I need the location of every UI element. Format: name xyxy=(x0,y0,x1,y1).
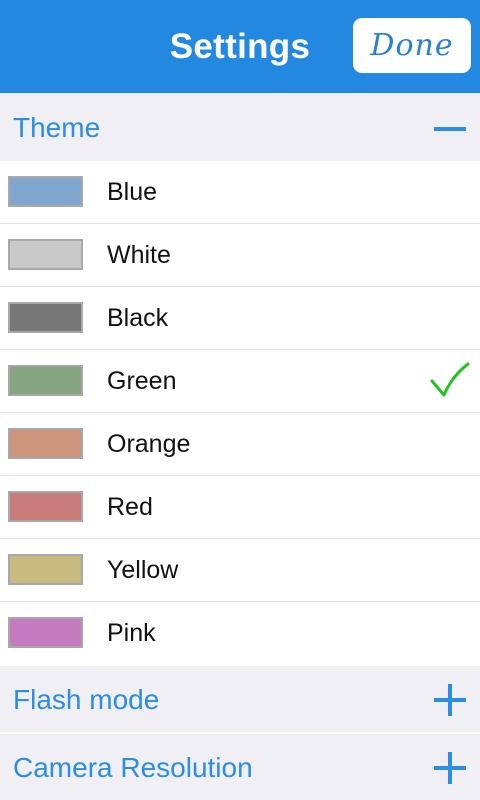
color-swatch xyxy=(8,554,83,585)
theme-option-pink[interactable]: Pink xyxy=(0,602,480,664)
theme-option-label: Pink xyxy=(107,619,156,647)
flash-mode-section-header[interactable]: Flash mode xyxy=(0,666,480,732)
theme-option-label: Red xyxy=(107,493,153,521)
theme-section-label: Theme xyxy=(13,112,101,143)
done-button[interactable]: Done xyxy=(353,18,471,73)
theme-option-blue[interactable]: Blue xyxy=(0,161,480,224)
theme-option-yellow[interactable]: Yellow xyxy=(0,539,480,602)
header-bar: Settings Done xyxy=(0,0,480,93)
color-swatch xyxy=(8,428,83,459)
minus-icon[interactable] xyxy=(434,113,466,145)
theme-option-label: White xyxy=(107,241,171,269)
theme-option-green[interactable]: Green xyxy=(0,350,480,413)
color-swatch xyxy=(8,302,83,333)
theme-option-label: Yellow xyxy=(107,556,179,584)
color-swatch xyxy=(8,176,83,207)
color-swatch xyxy=(8,365,83,396)
theme-option-white[interactable]: White xyxy=(0,224,480,287)
theme-option-label: Blue xyxy=(107,178,158,206)
color-swatch xyxy=(8,491,83,522)
plus-icon[interactable] xyxy=(434,752,466,784)
checkmark-icon xyxy=(430,362,470,397)
theme-option-orange[interactable]: Orange xyxy=(0,413,480,476)
theme-option-red[interactable]: Red xyxy=(0,476,480,539)
theme-list: Blue White Black Green Orange Red Yellow… xyxy=(0,161,480,664)
theme-option-label: Orange xyxy=(107,430,191,458)
color-swatch xyxy=(8,617,83,648)
plus-icon[interactable] xyxy=(434,684,466,716)
camera-resolution-section-label: Camera Resolution xyxy=(13,752,253,783)
theme-option-label: Black xyxy=(107,304,169,332)
theme-option-label: Green xyxy=(107,367,177,395)
color-swatch xyxy=(8,239,83,270)
flash-mode-section-label: Flash mode xyxy=(13,684,160,715)
theme-option-black[interactable]: Black xyxy=(0,287,480,350)
camera-resolution-section-header[interactable]: Camera Resolution xyxy=(0,734,480,800)
theme-section-header[interactable]: Theme xyxy=(0,93,480,161)
